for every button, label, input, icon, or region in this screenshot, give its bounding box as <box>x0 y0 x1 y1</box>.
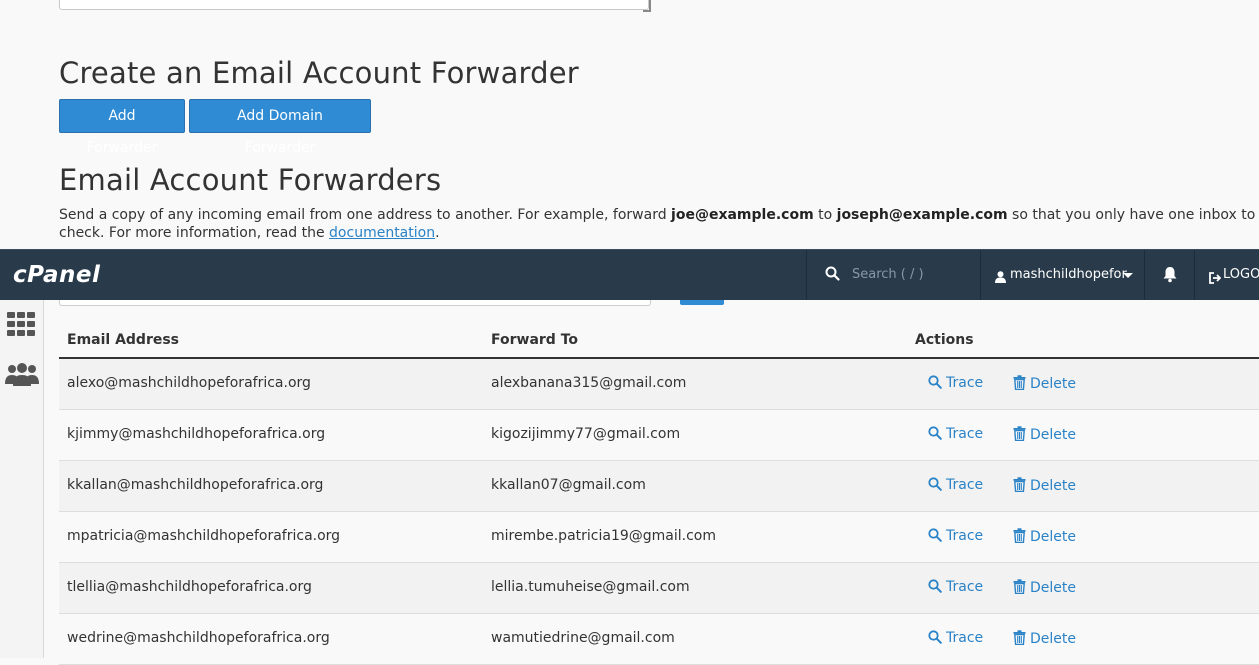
chevron-down-icon <box>1123 273 1133 278</box>
table-row: alexo@mashchildhopeforafrica.org alexban… <box>59 359 1259 410</box>
forward-to-cell: alexbanana315@gmail.com <box>491 375 687 391</box>
username-label: mashchildhopefor <box>1010 267 1127 282</box>
email-address-cell: kkallan@mashchildhopeforafrica.org <box>67 477 324 493</box>
forward-to-cell: mirembe.patricia19@gmail.com <box>491 528 716 544</box>
trace-action[interactable]: Trace <box>928 528 983 544</box>
global-search[interactable]: Search ( / ) <box>806 250 981 300</box>
forwarders-title: Email Account Forwarders <box>59 163 442 197</box>
user-menu[interactable]: mashchildhopefor <box>980 250 1145 300</box>
trash-icon <box>1013 375 1026 391</box>
delete-label: Delete <box>1030 427 1076 443</box>
delete-label: Delete <box>1030 376 1076 392</box>
documentation-link[interactable]: documentation <box>329 225 435 241</box>
table-row: wedrine@mashchildhopeforafrica.org wamut… <box>59 614 1259 665</box>
delete-action[interactable]: Delete <box>1013 528 1076 545</box>
desc-text: Send a copy of any incoming email from o… <box>59 207 672 223</box>
search-icon <box>928 579 942 593</box>
delete-action[interactable]: Delete <box>1013 579 1076 596</box>
delete-action[interactable]: Delete <box>1013 375 1076 392</box>
trace-action[interactable]: Trace <box>928 630 983 646</box>
desc-text: to <box>813 207 837 223</box>
desc-example-from: joe@example.com <box>671 207 814 223</box>
table-row: mpatricia@mashchildhopeforafrica.org mir… <box>59 512 1259 563</box>
trash-icon <box>1013 426 1026 442</box>
search-icon <box>928 375 942 389</box>
email-address-cell: mpatricia@mashchildhopeforafrica.org <box>67 528 341 544</box>
table-header: Email Address Forward To Actions <box>59 322 1259 359</box>
delete-label: Delete <box>1030 631 1076 647</box>
logout-button[interactable]: LOGOUT <box>1194 250 1259 300</box>
email-address-cell: alexo@mashchildhopeforafrica.org <box>67 375 311 391</box>
user-icon <box>995 268 1006 287</box>
trash-icon <box>1013 579 1026 595</box>
forward-to-cell: wamutiedrine@gmail.com <box>491 630 675 646</box>
search-icon <box>928 477 942 491</box>
bell-icon <box>1162 266 1178 287</box>
message-textarea[interactable] <box>59 0 649 10</box>
trace-label: Trace <box>946 375 984 391</box>
table-row: kkallan@mashchildhopeforafrica.org kkall… <box>59 461 1259 512</box>
add-forwarder-button[interactable]: Add Forwarder <box>59 99 185 156</box>
delete-label: Delete <box>1030 580 1076 596</box>
table-row: tlellia@mashchildhopeforafrica.org lelli… <box>59 563 1259 614</box>
column-header-forward[interactable]: Forward To <box>491 332 578 348</box>
notifications-button[interactable] <box>1144 250 1195 300</box>
add-domain-forwarder-button[interactable]: Add Domain Forwarder <box>189 99 371 156</box>
search-icon <box>928 630 942 644</box>
trace-label: Trace <box>946 579 984 595</box>
delete-label: Delete <box>1030 478 1076 494</box>
search-icon <box>825 266 840 285</box>
trash-icon <box>1013 630 1026 646</box>
forwarders-table: Email Address Forward To Actions alexo@m… <box>59 322 1259 665</box>
email-address-cell: wedrine@mashchildhopeforafrica.org <box>67 630 330 646</box>
email-address-cell: tlellia@mashchildhopeforafrica.org <box>67 579 312 595</box>
trace-label: Trace <box>946 426 984 442</box>
resize-handle-icon <box>643 0 651 12</box>
trash-icon <box>1013 477 1026 493</box>
forward-to-cell: kkallan07@gmail.com <box>491 477 646 493</box>
forward-to-cell: lellia.tumuheise@gmail.com <box>491 579 690 595</box>
delete-action[interactable]: Delete <box>1013 477 1076 494</box>
forwarders-description: Send a copy of any incoming email from o… <box>59 206 1259 242</box>
desc-example-to: joseph@example.com <box>836 207 1008 223</box>
grid-icon[interactable] <box>6 311 37 341</box>
trace-label: Trace <box>946 630 984 646</box>
trace-action[interactable]: Trace <box>928 579 983 595</box>
users-icon[interactable] <box>4 362 40 390</box>
forward-to-cell: kigozijimmy77@gmail.com <box>491 426 681 442</box>
delete-label: Delete <box>1030 529 1076 545</box>
search-placeholder: Search ( / ) <box>852 267 924 282</box>
logout-label: LOGOUT <box>1223 267 1259 282</box>
table-row: kjimmy@mashchildhopeforafrica.org kigozi… <box>59 410 1259 461</box>
column-header-email[interactable]: Email Address <box>67 332 179 348</box>
column-header-actions: Actions <box>915 332 974 348</box>
cpanel-logo[interactable]: cPanel <box>13 262 100 288</box>
email-address-cell: kjimmy@mashchildhopeforafrica.org <box>67 426 326 442</box>
search-icon <box>928 528 942 542</box>
trash-icon <box>1013 528 1026 544</box>
delete-action[interactable]: Delete <box>1013 426 1076 443</box>
sidebar <box>0 300 44 658</box>
search-icon <box>928 426 942 440</box>
logout-icon <box>1209 269 1222 288</box>
desc-text: . <box>435 225 440 241</box>
trace-action[interactable]: Trace <box>928 477 983 493</box>
delete-action[interactable]: Delete <box>1013 630 1076 647</box>
trace-label: Trace <box>946 528 984 544</box>
trace-action[interactable]: Trace <box>928 375 983 391</box>
trace-label: Trace <box>946 477 984 493</box>
trace-action[interactable]: Trace <box>928 426 983 442</box>
create-forwarder-title: Create an Email Account Forwarder <box>59 56 579 90</box>
top-navigation-bar: cPanel Search ( / ) mashchildhopefor LOG… <box>0 249 1259 300</box>
